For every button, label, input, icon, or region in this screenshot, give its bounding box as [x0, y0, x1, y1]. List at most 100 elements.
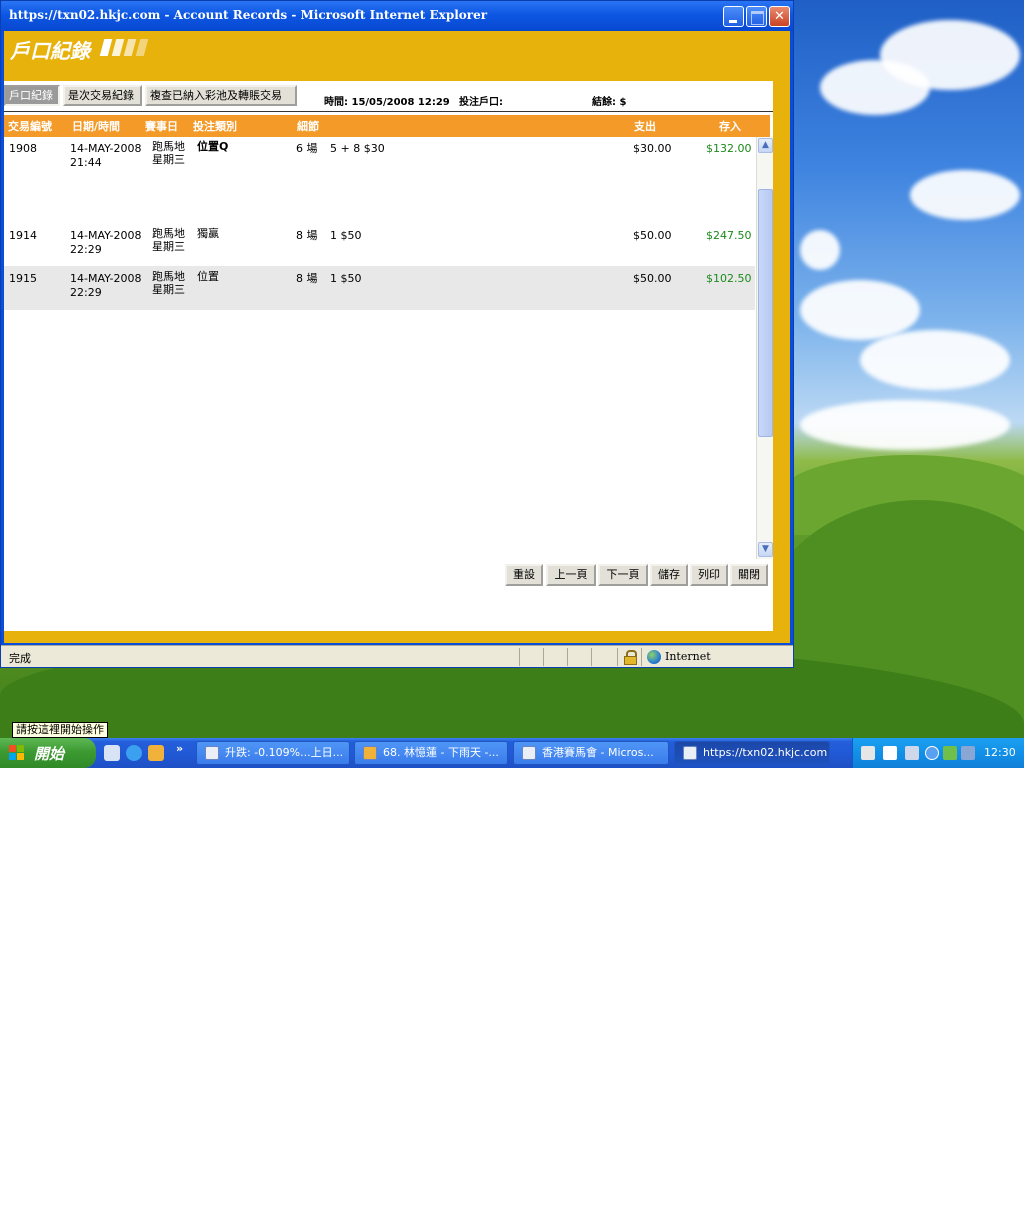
print-button[interactable]: 列印: [690, 564, 728, 586]
scroll-up-button[interactable]: ▲: [758, 138, 773, 153]
scroll-down-button[interactable]: ▼: [758, 542, 773, 557]
cell-txn-no: 1914: [9, 229, 37, 242]
chevron-down-icon: ▼: [762, 544, 769, 554]
cell-venue: 跑馬地: [152, 227, 185, 240]
vertical-scrollbar[interactable]: ▲ ▼: [756, 137, 773, 559]
cell-credit: $132.00: [706, 142, 752, 155]
account-info: 投注戶口:: [459, 97, 503, 108]
cell-weekday: 星期三: [152, 153, 185, 166]
ie-page-icon: [683, 746, 697, 760]
cell-debit: $50.00: [633, 229, 672, 242]
start-button[interactable]: 開始: [0, 738, 96, 768]
tab-account-records[interactable]: 戶口紀錄: [4, 85, 60, 106]
header-txn-no: 交易編號: [8, 120, 52, 133]
header-stripes-decoration: [99, 39, 162, 57]
taskbar-item[interactable]: 香港賽馬會 - Micros...: [513, 741, 669, 765]
taskbar-item[interactable]: 升跌: -0.109%...上日...: [196, 741, 350, 765]
keyboard-icon[interactable]: [861, 746, 875, 760]
cell-weekday: 星期三: [152, 240, 185, 253]
browser-window: https://txn02.hkjc.com - Account Records…: [0, 0, 794, 668]
cell-race: 6 場: [296, 142, 318, 155]
content-panel: 戶口紀錄 是次交易紀錄 複查已納入彩池及轉賬交易 時間: 15/05/2008 …: [4, 81, 773, 631]
messenger-icon[interactable]: [943, 746, 957, 760]
status-bar: 完成 Internet: [1, 645, 793, 667]
chevron-left-icon[interactable]: [925, 746, 939, 760]
globe-icon: [647, 650, 661, 664]
window-title: https://txn02.hkjc.com - Account Records…: [9, 8, 488, 22]
header-datetime: 日期/時間: [72, 120, 121, 133]
lock-icon[interactable]: [624, 650, 637, 665]
close-button[interactable]: 關閉: [730, 564, 768, 586]
table-row: 1915 14-MAY-2008 22:29 跑馬地 星期三 位置 8 場 1 …: [4, 266, 755, 310]
network-icon[interactable]: [961, 746, 975, 760]
header-debit: 支出: [634, 120, 656, 133]
maximize-icon: [747, 7, 766, 26]
table-row: 1908 14-MAY-2008 21:44 跑馬地 星期三 位置Q 6 場 5…: [4, 137, 755, 223]
scroll-thumb[interactable]: [758, 189, 773, 437]
taskbar-item-label: 香港賽馬會 - Micros...: [542, 746, 654, 759]
cell-debit: $30.00: [633, 142, 672, 155]
action-bar: 重設 上一頁 下一頁 儲存 列印 關閉: [4, 564, 773, 586]
cell-bet-type: 獨贏: [197, 227, 219, 240]
maximize-button[interactable]: [746, 6, 767, 27]
cell-credit: $247.50: [706, 229, 752, 242]
cell-time: 21:44: [70, 156, 102, 169]
taskbar-item-label: https://txn02.hkjc.com ...: [703, 746, 830, 759]
cell-time: 22:29: [70, 286, 102, 299]
cell-txn-no: 1908: [9, 142, 37, 155]
taskbar-item[interactable]: 68. 林憶蓮 - 下雨天 -...: [354, 741, 508, 765]
clock[interactable]: 12:30: [984, 746, 1016, 759]
ie-page-icon: [522, 746, 536, 760]
cell-bet-type: 位置Q: [197, 140, 229, 153]
cell-race: 8 場: [296, 229, 318, 242]
media-app-icon: [363, 746, 377, 760]
taskbar-item-label: 升跌: -0.109%...上日...: [225, 746, 344, 759]
language-bar-icon[interactable]: [905, 746, 919, 760]
balance-info: 結餘: $: [592, 97, 627, 108]
cell-venue: 跑馬地: [152, 270, 185, 283]
records-table-body: 1908 14-MAY-2008 21:44 跑馬地 星期三 位置Q 6 場 5…: [4, 137, 755, 557]
header-race-day: 賽事日: [145, 120, 178, 133]
app-quicklaunch-icon[interactable]: [148, 745, 164, 761]
cell-race: 8 場: [296, 272, 318, 285]
show-desktop-icon[interactable]: [104, 745, 120, 761]
ie-quicklaunch-icon[interactable]: [126, 745, 142, 761]
start-tooltip: 請按這裡開始操作: [12, 722, 108, 738]
ie-page-icon: [205, 746, 219, 760]
minimize-icon: [724, 7, 743, 26]
divider: [4, 111, 773, 112]
cell-credit: $102.50: [706, 272, 752, 285]
window-titlebar[interactable]: https://txn02.hkjc.com - Account Records…: [1, 1, 793, 31]
previous-page-button[interactable]: 上一頁: [546, 564, 596, 586]
close-window-button[interactable]: ✕: [769, 6, 790, 27]
windows-logo-icon: [9, 745, 25, 761]
minimize-button[interactable]: [723, 6, 744, 27]
page-title: 戶口紀錄: [10, 39, 90, 63]
cell-detail: 1 $50: [330, 229, 362, 242]
help-icon[interactable]: [883, 746, 897, 760]
page-area: 戶口紀錄 戶口紀錄 是次交易紀錄 複查已納入彩池及轉賬交易 時間: 15/05/…: [4, 31, 790, 643]
reset-button[interactable]: 重設: [505, 564, 543, 586]
next-page-button[interactable]: 下一頁: [598, 564, 648, 586]
tab-review-pool-transfers[interactable]: 複查已納入彩池及轉賬交易: [145, 85, 297, 106]
tab-bar: 戶口紀錄 是次交易紀錄 複查已納入彩池及轉賬交易 時間: 15/05/2008 …: [4, 85, 773, 109]
header-bet-type: 投注類別: [193, 120, 237, 133]
screen: https://txn02.hkjc.com - Account Records…: [0, 0, 1024, 768]
tab-last-transactions[interactable]: 是次交易紀錄: [63, 85, 142, 106]
cell-date: 14-MAY-2008: [70, 272, 142, 285]
header-credit: 存入: [719, 120, 741, 133]
table-row: 1914 14-MAY-2008 22:29 跑馬地 星期三 獨贏 8 場 1 …: [4, 223, 755, 266]
quicklaunch-more-icon[interactable]: »: [176, 742, 183, 755]
cell-txn-no: 1915: [9, 272, 37, 285]
taskbar-item-active[interactable]: https://txn02.hkjc.com ...: [674, 741, 830, 765]
start-label: 開始: [34, 745, 65, 763]
taskbar: 開始 » 升跌: -0.109%...上日... 68. 林憶蓮 - 下雨天 -…: [0, 738, 1024, 768]
save-button[interactable]: 儲存: [650, 564, 688, 586]
status-text: 完成: [9, 652, 31, 665]
system-tray: 12:30: [852, 738, 1024, 768]
table-header: 交易編號 日期/時間 賽事日 投注類別 細節 支出 存入: [4, 115, 770, 137]
cell-weekday: 星期三: [152, 283, 185, 296]
cell-bet-type: 位置: [197, 270, 219, 283]
close-icon: ✕: [774, 9, 785, 24]
cell-detail: 1 $50: [330, 272, 362, 285]
